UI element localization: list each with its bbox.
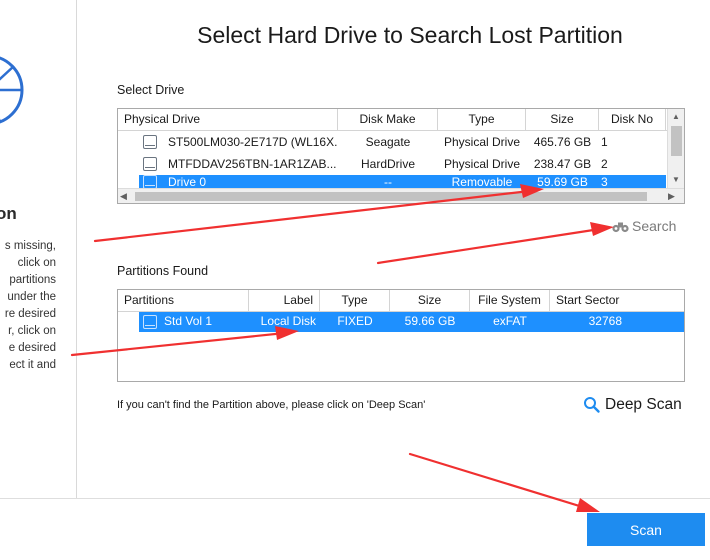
drive-row-selected[interactable]: Drive 0 -- Removable 59.69 GB 3: [139, 175, 666, 188]
left-panel-line: click on: [17, 257, 56, 269]
drive-name: ST500LM030-2E717D (WL16X...: [168, 135, 338, 149]
column-header-size[interactable]: Size: [526, 109, 599, 130]
magnifier-icon: [584, 397, 600, 413]
partition-file-system: exFAT: [493, 314, 527, 328]
scroll-left-icon[interactable]: ◀: [120, 189, 132, 203]
drive-table-header: Physical Drive Disk Make Type Size Disk …: [118, 109, 684, 131]
drive-name: MTFDDAV256TBN-1AR1ZAB...: [168, 157, 337, 171]
horizontal-scroll-thumb[interactable]: [135, 192, 647, 201]
hard-drive-icon: [143, 157, 157, 171]
partitions-table-header: Partitions Label Type Size File System S…: [118, 290, 684, 312]
horizontal-scrollbar[interactable]: ◀ ▶: [118, 188, 684, 203]
drive-disk-no: 3: [601, 175, 608, 188]
footer-divider: [0, 498, 710, 499]
drive-row[interactable]: MTFDDAV256TBN-1AR1ZAB... HardDrive Physi…: [118, 153, 666, 175]
left-info-panel: on s missing, click on partitions under …: [0, 0, 77, 498]
page-title: Select Hard Drive to Search Lost Partiti…: [197, 22, 623, 48]
partition-name: Std Vol 1: [164, 314, 213, 328]
select-drive-label: Select Drive: [117, 83, 185, 97]
drive-size: 465.76 GB: [533, 135, 592, 149]
vertical-scrollbar[interactable]: ▲ ▼: [667, 109, 684, 188]
deep-scan-hint: If you can't find the Partition above, p…: [117, 399, 426, 411]
scroll-right-icon[interactable]: ▶: [668, 189, 680, 203]
column-header-start-sector[interactable]: Start Sector: [550, 290, 684, 311]
column-header-type[interactable]: Type: [320, 290, 390, 311]
scroll-up-icon[interactable]: ▲: [668, 110, 684, 124]
drive-disk-no: 1: [601, 135, 608, 149]
left-panel-line: ect it and: [9, 359, 56, 371]
partition-row-selected[interactable]: Std Vol 1 Local Disk FIXED 59.66 GB exFA…: [139, 312, 684, 332]
partition-icon: [143, 315, 157, 329]
hard-drive-icon: [143, 135, 157, 149]
column-header-disk-make[interactable]: Disk Make: [338, 109, 438, 130]
drive-type: Physical Drive: [443, 135, 521, 149]
partition-start-sector: 32768: [588, 314, 622, 328]
annotation-arrow: [408, 452, 600, 512]
drive-size: 238.47 GB: [533, 157, 592, 171]
scroll-down-icon[interactable]: ▼: [668, 173, 684, 187]
drive-make: --: [384, 175, 392, 188]
annotation-arrows: [70, 184, 614, 512]
drive-disk-no: 2: [601, 157, 608, 171]
partitions-found-label: Partitions Found: [117, 264, 209, 278]
vertical-scroll-thumb[interactable]: [671, 126, 682, 156]
left-panel-line: under the: [7, 291, 56, 303]
left-panel-line: r, click on: [8, 325, 56, 337]
left-panel-line: re desired: [4, 308, 56, 320]
left-panel-heading: on: [0, 204, 17, 223]
annotation-arrow: [376, 222, 614, 265]
partition-type: FIXED: [337, 314, 373, 328]
drive-row[interactable]: ST500LM030-2E717D (WL16X... Seagate Phys…: [118, 131, 666, 153]
column-header-file-system[interactable]: File System: [470, 290, 550, 311]
partitions-table[interactable]: Partitions Label Type Size File System S…: [117, 289, 685, 382]
search-label: Search: [632, 218, 677, 234]
scan-button[interactable]: Scan: [587, 513, 705, 546]
drive-name: Drive 0: [168, 175, 207, 188]
partition-label: Local Disk: [260, 314, 316, 328]
binoculars-icon: [612, 222, 629, 233]
removable-drive-icon: [143, 175, 157, 188]
left-panel-line: s missing,: [4, 240, 56, 252]
drive-table[interactable]: Physical Drive Disk Make Type Size Disk …: [117, 108, 685, 204]
drive-type: Physical Drive: [443, 157, 521, 171]
column-header-size[interactable]: Size: [390, 290, 470, 311]
column-header-type[interactable]: Type: [438, 109, 526, 130]
column-header-partitions[interactable]: Partitions: [118, 290, 249, 311]
left-panel-line: partitions: [9, 274, 56, 286]
column-header-disk-no[interactable]: Disk No: [599, 109, 666, 130]
column-header-label[interactable]: Label: [249, 290, 320, 311]
partition-illustration-icon: [0, 56, 24, 124]
column-header-physical-drive[interactable]: Physical Drive: [118, 109, 338, 130]
left-panel-line: e desired: [8, 342, 56, 354]
deep-scan-label: Deep Scan: [605, 396, 682, 413]
drive-type: Removable: [451, 175, 513, 188]
drive-make: HardDrive: [360, 157, 415, 171]
drive-size: 59.69 GB: [537, 175, 588, 188]
drive-make: Seagate: [365, 135, 411, 149]
partition-size: 59.66 GB: [404, 314, 456, 328]
